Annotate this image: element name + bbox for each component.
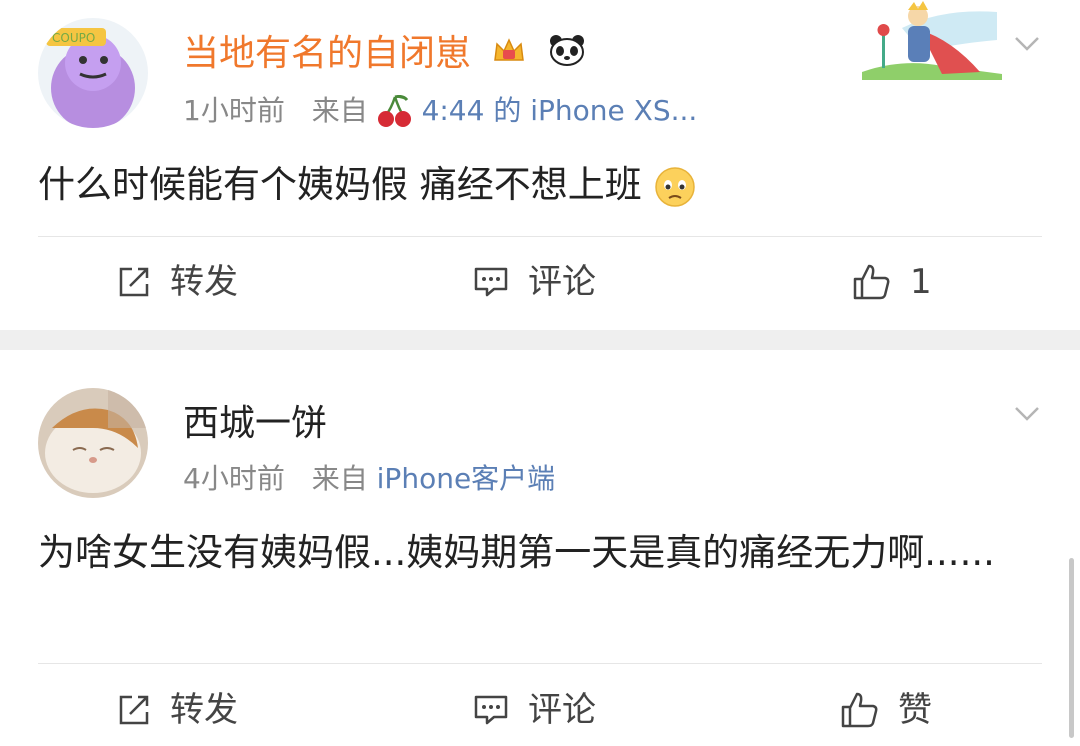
comment-icon	[474, 695, 508, 725]
from-label: 来自	[311, 462, 368, 495]
crown-icon	[492, 33, 526, 77]
repost-button[interactable]: 转发	[116, 690, 238, 730]
username[interactable]: 当地有名的自闭崽	[183, 32, 586, 78]
panda-icon	[548, 33, 586, 78]
post-card: 西城一饼 4小时前 来自 iPhone客户端 为啥女生没有姨妈假...姨妈期第一…	[0, 350, 1080, 746]
comment-icon	[474, 267, 508, 297]
sad-face-icon	[654, 163, 696, 207]
repost-button[interactable]: 转发	[116, 262, 238, 302]
post-meta: 1小时前 来自 4:44 的 iPhone XS...	[183, 94, 697, 129]
username[interactable]: 西城一饼	[183, 402, 327, 446]
divider	[38, 236, 1042, 237]
post-text: 为啥女生没有姨妈假...姨妈期第一天是真的痛经无力啊......	[38, 531, 995, 574]
thumbs-up-icon	[853, 264, 890, 300]
post-text-content: 什么时候能有个姨妈假 痛经不想上班	[38, 163, 642, 206]
avatar[interactable]: COUPO	[38, 18, 148, 128]
repost-icon	[119, 695, 149, 725]
like-button[interactable]: 赞	[840, 690, 932, 730]
post-text: 什么时候能有个姨妈假 痛经不想上班	[38, 152, 1038, 218]
thumbs-up-icon	[841, 692, 878, 728]
like-count: 1	[910, 262, 932, 302]
post-source[interactable]: iPhone客户端	[377, 462, 556, 495]
username-text[interactable]: 当地有名的自闭崽	[183, 33, 471, 74]
section-separator	[0, 330, 1080, 350]
svg-text:COUPO: COUPO	[52, 31, 95, 45]
decoration-prince-icon	[862, 1, 1002, 80]
from-label: 来自	[311, 94, 368, 127]
comment-label: 评论	[528, 262, 596, 302]
post-time: 4小时前	[183, 462, 285, 495]
like-button[interactable]: 1	[852, 262, 932, 302]
post-time: 1小时前	[183, 94, 285, 127]
repost-icon	[119, 267, 149, 297]
divider	[38, 663, 1042, 664]
repost-label: 转发	[170, 262, 238, 302]
comment-button[interactable]: 评论	[472, 690, 596, 730]
comment-button[interactable]: 评论	[472, 262, 596, 302]
scrollbar[interactable]	[1069, 558, 1074, 738]
comment-label: 评论	[528, 690, 596, 730]
avatar[interactable]	[38, 388, 148, 498]
repost-label: 转发	[170, 690, 238, 730]
chevron-down-icon[interactable]	[1014, 400, 1040, 426]
post-meta: 4小时前 来自 iPhone客户端	[183, 462, 555, 496]
like-label: 赞	[898, 690, 932, 730]
post-source[interactable]: 4:44 的 iPhone XS...	[422, 94, 698, 127]
chevron-down-icon[interactable]	[1014, 30, 1040, 56]
cherry-icon	[377, 94, 422, 127]
post-card: COUPO 当地有名的自闭崽 1小时前 来自 4:44 的 iPhone XS.…	[0, 0, 1080, 330]
